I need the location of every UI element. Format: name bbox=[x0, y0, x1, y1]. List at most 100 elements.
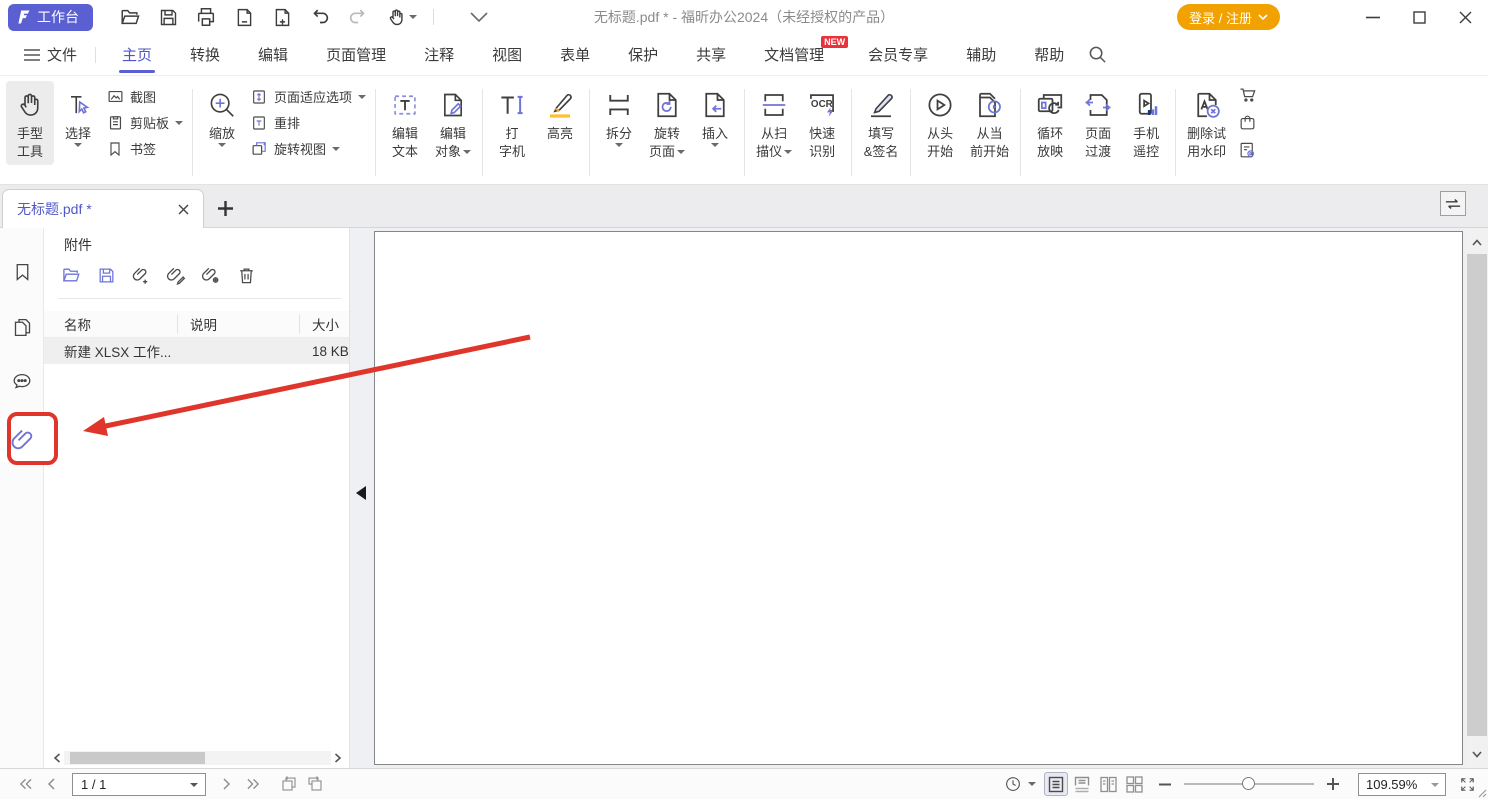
scroll-left-icon[interactable] bbox=[50, 751, 64, 765]
shop-bag-icon[interactable] bbox=[1238, 113, 1258, 133]
panel-horizontal-scrollbar[interactable] bbox=[50, 750, 345, 766]
reflow-button[interactable]: 重排 bbox=[250, 113, 366, 132]
new-tab-button[interactable] bbox=[214, 197, 236, 219]
last-page-icon[interactable] bbox=[240, 772, 266, 796]
customize-toolbar-icon[interactable] bbox=[464, 3, 494, 31]
fullscreen-icon[interactable] bbox=[1454, 772, 1480, 796]
next-page-icon[interactable] bbox=[214, 772, 240, 796]
scrollbar-track[interactable] bbox=[64, 751, 331, 765]
scroll-down-icon[interactable] bbox=[1466, 744, 1488, 764]
menu-comment[interactable]: 注释 bbox=[416, 34, 462, 76]
split-button[interactable]: 拆分 bbox=[595, 81, 643, 151]
menu-home[interactable]: 主页 bbox=[114, 34, 160, 76]
dropdown-caret[interactable] bbox=[190, 783, 198, 787]
autoscroll-icon[interactable] bbox=[1000, 772, 1026, 796]
remove-trial-watermark-button[interactable]: 删除试 用水印 bbox=[1181, 81, 1232, 165]
single-page-view-icon[interactable] bbox=[1044, 772, 1068, 796]
close-document-icon[interactable] bbox=[229, 3, 259, 31]
tab-close-icon[interactable] bbox=[173, 199, 193, 219]
clipboard-button[interactable]: 剪贴板 bbox=[106, 113, 183, 132]
workbench-button[interactable]: 工作台 bbox=[8, 4, 93, 31]
dropdown-caret[interactable] bbox=[1431, 783, 1439, 787]
zoom-out-icon[interactable] bbox=[1152, 772, 1178, 796]
play-from-start-button[interactable]: 从头 开始 bbox=[916, 81, 964, 165]
dropdown-caret[interactable] bbox=[1028, 782, 1036, 786]
column-name[interactable]: 名称 bbox=[44, 314, 178, 334]
collapse-panel-arrow[interactable] bbox=[356, 486, 366, 500]
phone-remote-button[interactable]: 手机 遥控 bbox=[1122, 81, 1170, 165]
zoom-percentage-input[interactable]: 109.59% bbox=[1358, 773, 1446, 796]
switch-panel-icon[interactable] bbox=[1440, 191, 1466, 216]
hand-tool-button[interactable]: 手型 工具 bbox=[6, 81, 54, 165]
screenshot-button[interactable]: 截图 bbox=[106, 87, 183, 106]
zoom-slider-thumb[interactable] bbox=[1242, 777, 1255, 790]
minimize-button[interactable] bbox=[1350, 0, 1396, 34]
typewriter-button[interactable]: 打 字机 bbox=[488, 81, 536, 165]
highlight-button[interactable]: 高亮 bbox=[536, 81, 584, 147]
hand-tool-quick-icon[interactable] bbox=[381, 3, 421, 31]
zoom-slider-track[interactable] bbox=[1184, 783, 1314, 785]
play-from-current-button[interactable]: 从当 前开始 bbox=[964, 81, 1015, 165]
bookmark-button[interactable]: 书签 bbox=[106, 139, 183, 158]
save-icon[interactable] bbox=[153, 3, 183, 31]
menu-file[interactable]: 文件 bbox=[16, 34, 85, 76]
column-description[interactable]: 说明 bbox=[178, 314, 300, 334]
scroll-right-icon[interactable] bbox=[331, 751, 345, 765]
preferences-icon[interactable] bbox=[1238, 141, 1258, 161]
menu-accessibility[interactable]: 辅助 bbox=[958, 34, 1004, 76]
login-register-button[interactable]: 登录 / 注册 bbox=[1177, 4, 1280, 30]
rotate-pages-button[interactable]: 旋转 页面 bbox=[643, 81, 691, 165]
loop-play-button[interactable]: 循环 放映 bbox=[1026, 81, 1074, 165]
delete-attachment-icon[interactable] bbox=[235, 264, 257, 286]
insert-button[interactable]: 插入 bbox=[691, 81, 739, 151]
quick-ocr-button[interactable]: OCR 快速 识别 bbox=[798, 81, 846, 165]
menu-view[interactable]: 视图 bbox=[484, 34, 530, 76]
scrollbar-thumb[interactable] bbox=[70, 752, 205, 764]
attachment-settings-icon[interactable] bbox=[200, 264, 222, 286]
open-attachment-icon[interactable] bbox=[60, 264, 82, 286]
scroll-up-icon[interactable] bbox=[1466, 232, 1488, 252]
from-scanner-button[interactable]: 从扫 描仪 bbox=[750, 81, 798, 165]
print-icon[interactable] bbox=[191, 3, 221, 31]
first-page-icon[interactable] bbox=[12, 772, 38, 796]
menu-edit[interactable]: 编辑 bbox=[250, 34, 296, 76]
attachment-row[interactable]: 新建 XLSX 工作... 18 KB bbox=[44, 338, 349, 364]
page-transition-button[interactable]: 页面 过渡 bbox=[1074, 81, 1122, 165]
page-number-input[interactable]: 1 / 1 bbox=[72, 773, 206, 796]
maximize-button[interactable] bbox=[1396, 0, 1442, 34]
previous-view-icon[interactable] bbox=[276, 772, 302, 796]
facing-continuous-view-icon[interactable] bbox=[1122, 772, 1146, 796]
next-view-icon[interactable] bbox=[302, 772, 328, 796]
zoom-in-icon[interactable] bbox=[1320, 772, 1346, 796]
pdf-page[interactable] bbox=[374, 231, 1463, 765]
redo-icon[interactable] bbox=[343, 3, 373, 31]
window-resize-grip[interactable] bbox=[1478, 789, 1487, 798]
menu-protect[interactable]: 保护 bbox=[620, 34, 666, 76]
edit-text-button[interactable]: 编辑 文本 bbox=[381, 81, 429, 165]
menu-form[interactable]: 表单 bbox=[552, 34, 598, 76]
menu-member-exclusive[interactable]: 会员专享 bbox=[860, 34, 936, 76]
menu-page-management[interactable]: 页面管理 bbox=[318, 34, 394, 76]
document-vertical-scrollbar[interactable] bbox=[1466, 228, 1488, 768]
select-tool-button[interactable]: 选择 bbox=[54, 81, 102, 151]
menu-help[interactable]: 帮助 bbox=[1026, 34, 1072, 76]
edit-object-button[interactable]: 编辑 对象 bbox=[429, 81, 477, 165]
column-size[interactable]: 大小 bbox=[300, 314, 349, 334]
page-fit-options-button[interactable]: 页面适应选项 bbox=[250, 87, 366, 106]
fill-sign-button[interactable]: 填写 &签名 bbox=[857, 81, 905, 165]
save-attachment-icon[interactable] bbox=[95, 264, 117, 286]
previous-page-icon[interactable] bbox=[38, 772, 64, 796]
bookmarks-panel-icon[interactable] bbox=[0, 250, 44, 294]
facing-view-icon[interactable] bbox=[1096, 772, 1120, 796]
search-icon[interactable] bbox=[1080, 34, 1115, 76]
comments-panel-icon[interactable] bbox=[0, 360, 44, 404]
document-tab[interactable]: 无标题.pdf * bbox=[2, 189, 204, 228]
add-attachment-icon[interactable] bbox=[130, 264, 152, 286]
scrollbar-thumb[interactable] bbox=[1467, 254, 1487, 736]
new-document-icon[interactable] bbox=[267, 3, 297, 31]
continuous-view-icon[interactable] bbox=[1070, 772, 1094, 796]
menu-convert[interactable]: 转换 bbox=[182, 34, 228, 76]
menu-document-management[interactable]: 文档管理NEW bbox=[756, 34, 832, 76]
undo-icon[interactable] bbox=[305, 3, 335, 31]
open-file-icon[interactable] bbox=[115, 3, 145, 31]
